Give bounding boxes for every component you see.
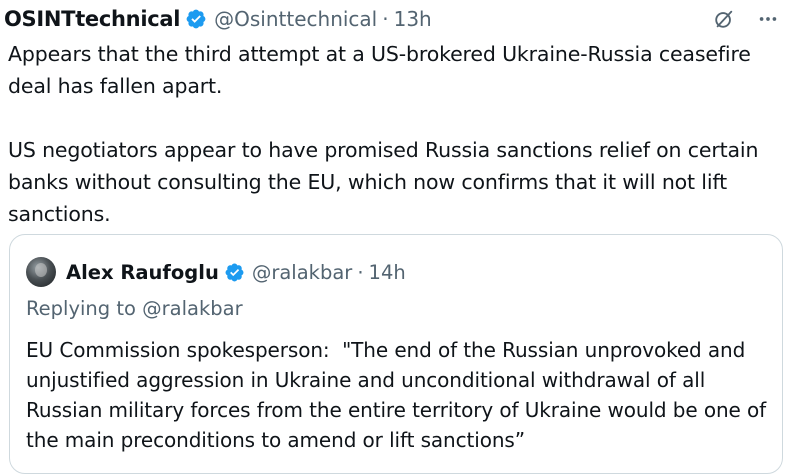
quoted-tweet-timestamp[interactable]: 14h xyxy=(369,261,406,284)
separator-dot: · xyxy=(357,260,364,284)
tweet-timestamp[interactable]: 13h xyxy=(394,7,432,31)
quoted-tweet-header: Alex Raufoglu @ralakbar · 14h xyxy=(26,255,406,289)
tweet-actions xyxy=(713,8,785,30)
tweet-paragraph: US negotiators appear to have promised R… xyxy=(8,138,759,226)
quoted-author-handle[interactable]: @ralakbar xyxy=(252,261,352,284)
author-handle[interactable]: @Osinttechnical xyxy=(214,7,377,31)
quoted-author-name[interactable]: Alex Raufoglu xyxy=(66,261,219,284)
separator-dot: · xyxy=(382,7,389,31)
tweet-paragraph: Appears that the third attempt at a US-b… xyxy=(8,42,751,98)
avatar[interactable] xyxy=(26,257,56,287)
grok-icon[interactable] xyxy=(713,8,735,30)
verified-badge-icon xyxy=(224,262,245,283)
author-name[interactable]: OSINTtechnical xyxy=(4,7,180,31)
quoted-tweet[interactable]: Alex Raufoglu @ralakbar · 14h Replying t… xyxy=(9,234,783,474)
tweet-header: OSINTtechnical @Osinttechnical · 13h xyxy=(4,4,785,34)
quoted-tweet-text: EU Commission spokesperson: "The end of … xyxy=(26,338,773,452)
verified-badge-icon xyxy=(185,8,207,30)
replying-to-label: Replying to @ralakbar xyxy=(26,297,243,320)
tweet-text: Appears that the third attempt at a US-b… xyxy=(8,38,788,230)
more-icon[interactable] xyxy=(757,8,779,30)
